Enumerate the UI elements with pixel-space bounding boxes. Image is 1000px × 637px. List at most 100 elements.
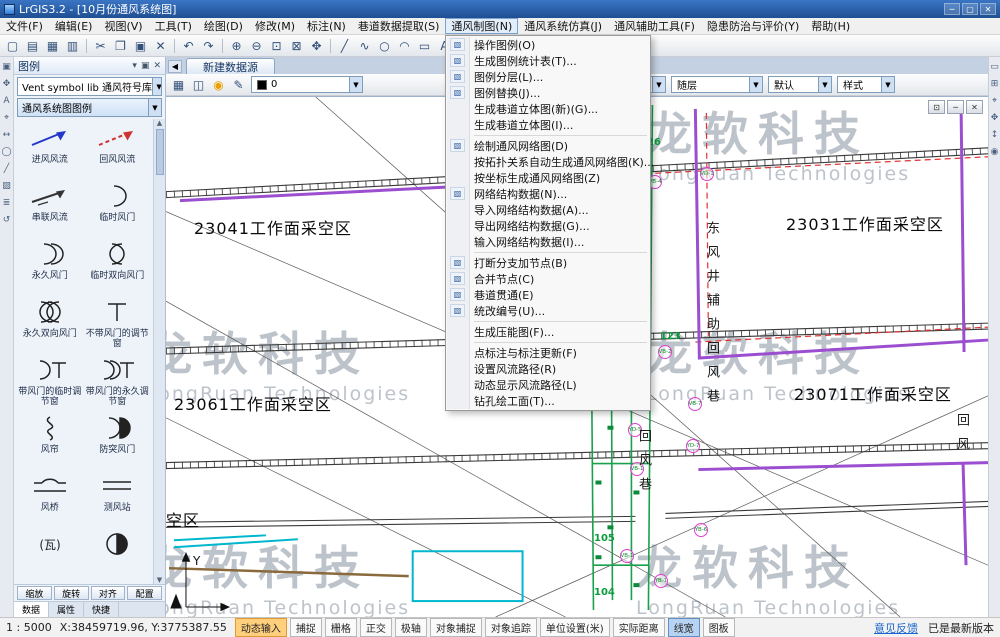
zoom-out-icon[interactable]: ⊖ (247, 37, 266, 55)
menu-item[interactable]: 钻孔绘工面(T)... (447, 393, 649, 409)
bulb-icon[interactable]: ◉ (209, 76, 228, 94)
zoom-in-icon[interactable]: ⊕ (227, 37, 246, 55)
hatch-icon[interactable]: ▨ (2, 181, 11, 191)
save-icon[interactable]: ▦ (43, 37, 62, 55)
menu-item[interactable]: 生成巷道立体图(I)... (447, 117, 649, 133)
legend-symbol[interactable]: 防突风门 (84, 411, 152, 469)
undo-icon[interactable]: ↶ (179, 37, 198, 55)
menu-item[interactable]: 通风系统仿真(J) (518, 18, 608, 34)
close-button[interactable]: ✕ (966, 100, 983, 114)
legend-symbol[interactable] (84, 527, 152, 584)
open-icon[interactable]: ▤ (23, 37, 42, 55)
menu-item[interactable]: 输入网络结构数据(I)... (447, 234, 649, 250)
legend-symbol[interactable]: 永久风门 (16, 237, 84, 295)
menu-item[interactable]: 通风辅助工具(F) (608, 18, 701, 34)
pan-icon[interactable]: ✥ (307, 37, 326, 55)
lineweight-combo[interactable]: 默认▼ (768, 76, 832, 93)
print-icon[interactable]: ▥ (63, 37, 82, 55)
status-toggle[interactable]: 极轴 (395, 618, 427, 637)
menu-item[interactable]: 帮助(H) (805, 18, 856, 34)
legend-symbol[interactable]: 带风门的临时调节窗 (16, 353, 84, 411)
restore-icon[interactable]: ▭ (990, 62, 999, 72)
network-node[interactable]: VD-1 (700, 167, 714, 181)
menu-item[interactable]: 导入网络结构数据(A)... (447, 202, 649, 218)
close-button[interactable]: ✕ (980, 3, 996, 15)
status-toggle[interactable]: 图板 (703, 618, 735, 637)
paste-icon[interactable]: ▣ (131, 37, 150, 55)
restore-button[interactable]: ⊡ (928, 100, 945, 114)
menu-item[interactable]: 设置风流路径(R) (447, 361, 649, 377)
menu-item[interactable]: 编辑(E) (49, 18, 99, 34)
close-icon[interactable]: ✕ (153, 61, 161, 71)
zoom-window-icon[interactable]: ⊡ (267, 37, 286, 55)
menu-item[interactable]: ▧图例分层(L)... (447, 69, 649, 85)
legend-symbol[interactable]: 永久双向风门 (16, 295, 84, 353)
status-toggle[interactable]: 实际距离 (613, 618, 665, 637)
legend-symbol[interactable]: 回风风流 (84, 121, 152, 179)
minimize-button[interactable]: ─ (947, 100, 964, 114)
network-node[interactable]: YB-1 (654, 574, 668, 588)
legend-footer-button[interactable]: 旋转 (54, 586, 89, 600)
legend-symbol[interactable]: 进风风流 (16, 121, 84, 179)
line-icon[interactable]: ╱ (335, 37, 354, 55)
menu-item[interactable]: ▧生成图例统计表(T)... (447, 53, 649, 69)
pen-icon[interactable]: ✎ (229, 76, 248, 94)
menu-item[interactable]: 通风制图(N) (445, 18, 518, 34)
menu-item[interactable]: 动态显示风流路径(L) (447, 377, 649, 393)
grid-icon[interactable]: ⊞ (991, 79, 999, 89)
dropdown-icon[interactable]: ▾ (132, 61, 137, 71)
feedback-link[interactable]: 意见反馈 (874, 620, 918, 636)
menu-item[interactable]: 工具(T) (149, 18, 198, 34)
delete-icon[interactable]: ✕ (151, 37, 170, 55)
table-icon[interactable]: ◫ (189, 76, 208, 94)
status-toggle[interactable]: 对象捕捉 (430, 618, 482, 637)
copy-icon[interactable]: ❐ (111, 37, 130, 55)
menu-item[interactable]: 按坐标生成通风网络图(Z) (447, 170, 649, 186)
polyline-icon[interactable]: ∿ (355, 37, 374, 55)
legend-symbol[interactable]: 串联风流 (16, 179, 84, 237)
network-node[interactable]: VB-7 (688, 397, 702, 411)
legend-symbol[interactable]: 带风门的永久调节窗 (84, 353, 152, 411)
menu-item[interactable]: 文件(F) (0, 18, 49, 34)
legend-symbol[interactable]: (瓦) (16, 527, 84, 584)
menu-item[interactable]: ▧绘制通风网络图(D) (447, 138, 649, 154)
network-node[interactable]: YB-6 (694, 523, 708, 537)
style-combo[interactable]: 样式▼ (837, 76, 895, 93)
circle-icon[interactable]: ○ (375, 37, 394, 55)
legend-tab[interactable]: 快捷 (84, 602, 119, 617)
cut-icon[interactable]: ✂ (91, 37, 110, 55)
menu-item[interactable]: ▧巷道贯通(E) (447, 287, 649, 303)
pin-icon[interactable]: ▣ (141, 61, 150, 71)
network-node[interactable]: YD-7 (686, 439, 700, 453)
legend-symbol[interactable]: 临时风门 (84, 179, 152, 237)
legend-symbol[interactable]: 临时双向风门 (84, 237, 152, 295)
status-toggle[interactable]: 动态输入 (235, 618, 287, 637)
scroll-icon[interactable]: ↕ (991, 130, 999, 140)
new-icon[interactable]: ▢ (3, 37, 22, 55)
legend-symbol[interactable]: 测风站 (84, 469, 152, 527)
status-toggle[interactable]: 栅格 (325, 618, 357, 637)
minimize-button[interactable]: ─ (944, 3, 960, 15)
menu-item[interactable]: 导出网络结构数据(G)... (447, 218, 649, 234)
menu-item[interactable]: 视图(V) (98, 18, 148, 34)
tab-scroll-left-button[interactable]: ◀ (168, 60, 182, 73)
menu-item[interactable]: 标注(N) (301, 18, 352, 34)
snap-icon[interactable]: ⌖ (4, 113, 9, 123)
circle-icon[interactable]: ◯ (1, 147, 11, 157)
status-toggle[interactable]: 正交 (360, 618, 392, 637)
rotate-icon[interactable]: ↺ (3, 215, 11, 225)
menu-item[interactable]: ▧图例替换(J)... (447, 85, 649, 101)
document-tab[interactable]: 新建数据源 (186, 58, 275, 74)
legend-symbol[interactable]: 风帘 (16, 411, 84, 469)
layer-combo[interactable]: 0▼ (251, 76, 363, 93)
menu-item[interactable]: ▧统改编号(U)... (447, 303, 649, 319)
menu-item[interactable]: 生成巷道立体图(新)(G)... (447, 101, 649, 117)
arc-icon[interactable]: ◠ (395, 37, 414, 55)
pan-icon[interactable]: ✥ (991, 113, 999, 123)
select-icon[interactable]: ▣ (2, 62, 11, 72)
scrollbar-thumb[interactable] (156, 129, 164, 175)
legend-category-select[interactable]: 通风系统图图例▼ (17, 98, 162, 117)
menu-item[interactable]: ▧合并节点(C) (447, 271, 649, 287)
menu-item[interactable]: 隐患防治与评价(Y) (701, 18, 805, 34)
menu-item[interactable]: 生成压能图(F)... (447, 324, 649, 340)
